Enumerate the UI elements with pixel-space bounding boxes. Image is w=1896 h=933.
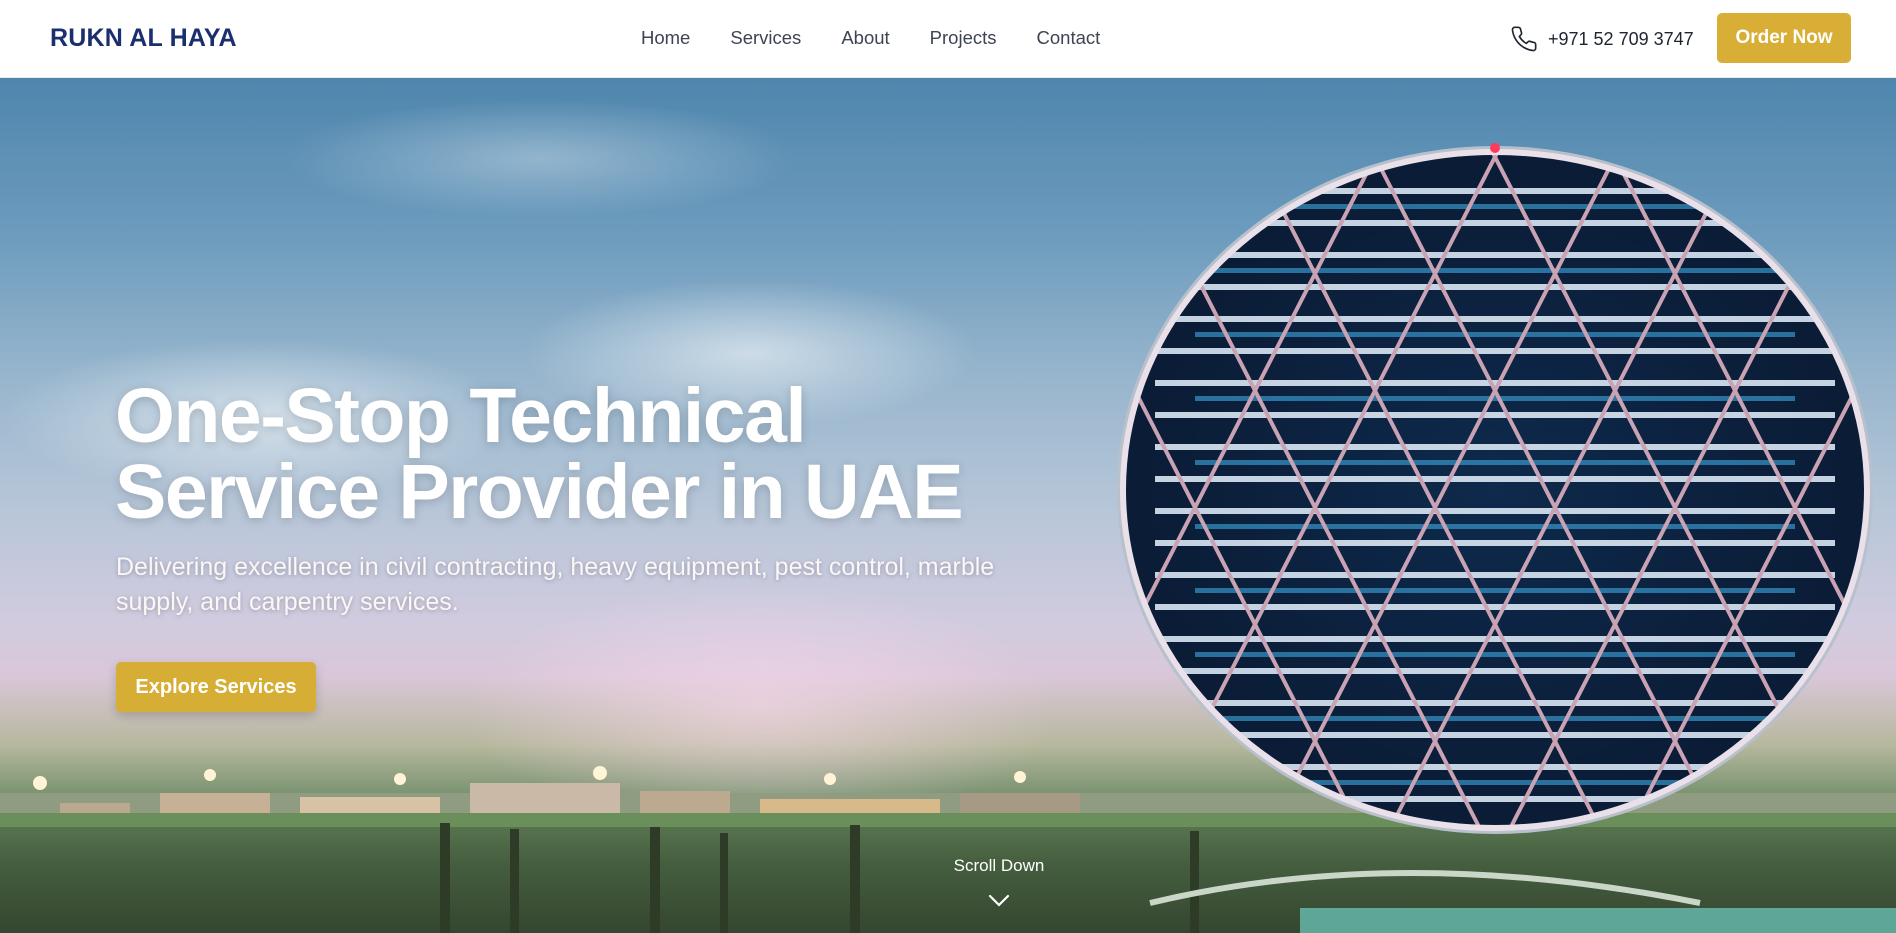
round-building-image <box>1117 143 1873 834</box>
nav-home[interactable]: Home <box>641 27 690 49</box>
site-header: RUKN AL HAYA Home Services About Project… <box>0 0 1896 78</box>
order-now-button[interactable]: Order Now <box>1717 13 1851 63</box>
cloud-decoration <box>280 98 800 218</box>
nav-services[interactable]: Services <box>730 27 801 49</box>
scroll-down-label[interactable]: Scroll Down <box>939 856 1059 876</box>
phone-icon <box>1511 26 1537 52</box>
main-nav: Home Services About Projects Contact <box>641 27 1140 49</box>
nav-contact[interactable]: Contact <box>1037 27 1101 49</box>
hero-title-line-1: One-Stop Technical <box>115 373 807 459</box>
site-logo[interactable]: RUKN AL HAYA <box>50 24 237 53</box>
phone-number: +971 52 709 3747 <box>1548 28 1694 49</box>
hero-title-line-2: Service Provider in UAE <box>115 449 964 535</box>
nav-projects[interactable]: Projects <box>930 27 997 49</box>
hero-title: One-Stop Technical Service Provider in U… <box>115 378 1015 531</box>
hero-subtitle: Delivering excellence in civil contracti… <box>116 553 995 616</box>
nav-about[interactable]: About <box>841 27 889 49</box>
phone-contact[interactable]: +971 52 709 3747 <box>1510 25 1694 53</box>
explore-services-button[interactable]: Explore Services <box>116 662 316 712</box>
hero-section: One-Stop Technical Service Provider in U… <box>0 78 1896 933</box>
chevron-down-icon[interactable] <box>988 894 1010 908</box>
